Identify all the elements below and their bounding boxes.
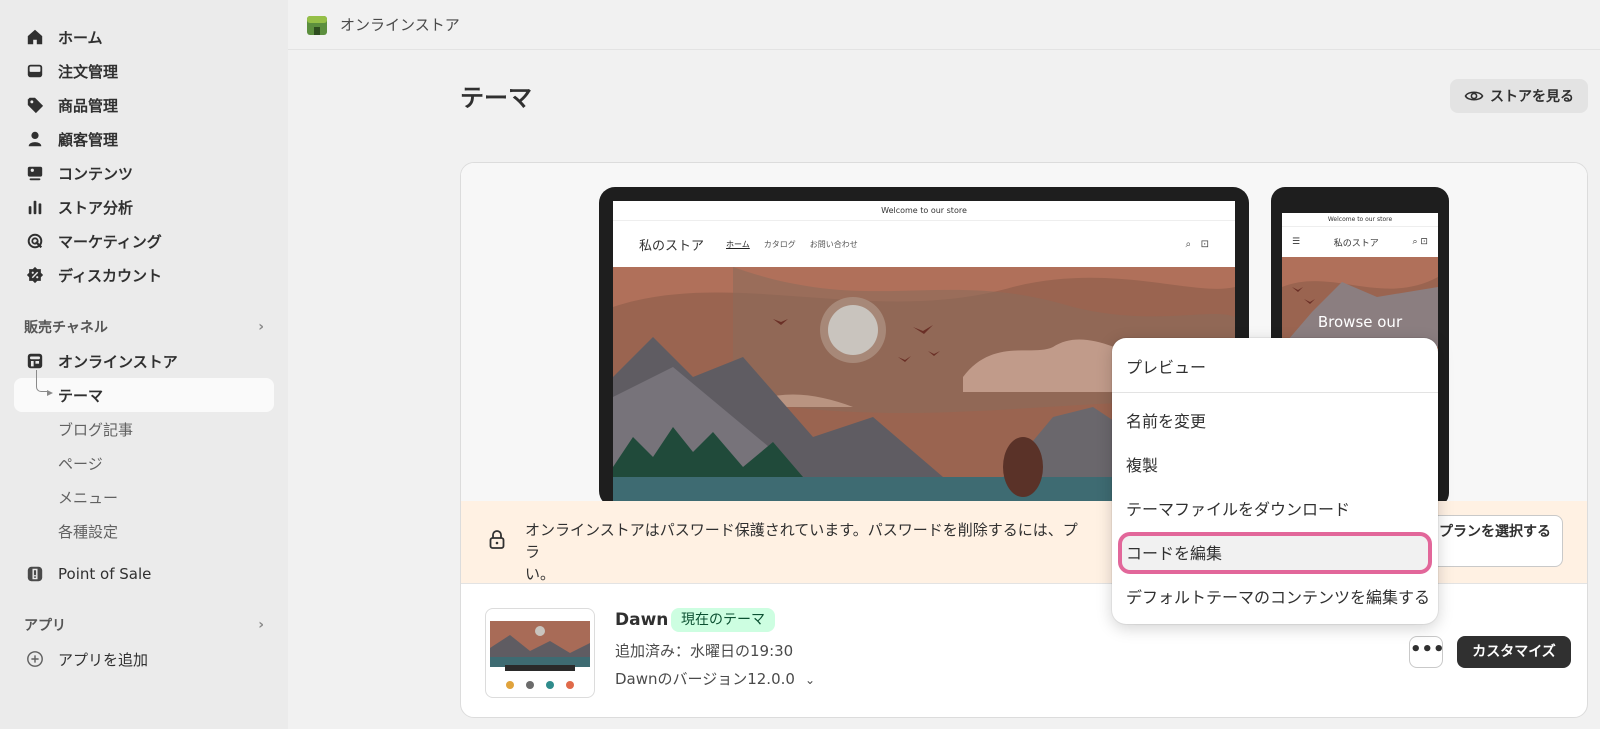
mobile-store-header: ☰ 私のストア ⌕ ⊡ bbox=[1282, 227, 1438, 257]
theme-version[interactable]: Dawnのバージョン12.0.0 ⌄ bbox=[615, 668, 815, 689]
customize-button[interactable]: カスタマイズ bbox=[1457, 636, 1571, 668]
tree-branch-icon bbox=[36, 370, 53, 396]
nav-label: ディスカウント bbox=[58, 266, 162, 285]
orders-icon bbox=[24, 60, 46, 82]
marketing-icon bbox=[24, 230, 46, 252]
nav-label: マーケティング bbox=[58, 232, 162, 251]
sub-item-label: テーマ bbox=[58, 386, 104, 405]
menu-item-rename[interactable]: 名前を変更 bbox=[1126, 408, 1206, 432]
theme-thumbnail[interactable] bbox=[485, 608, 595, 698]
nav-label: 顧客管理 bbox=[58, 130, 119, 149]
chevron-right-icon: › bbox=[258, 617, 264, 633]
nav-label: コンテンツ bbox=[58, 164, 134, 183]
sidebar-item-blog-posts[interactable]: ブログ記事 bbox=[14, 412, 274, 446]
nav-label: アプリを追加 bbox=[58, 650, 149, 669]
sidebar-item-themes[interactable]: テーマ bbox=[14, 370, 274, 412]
theme-added-time: 追加済み：水曜日の19:30 bbox=[615, 642, 794, 660]
lock-icon bbox=[489, 530, 505, 549]
menu-item-edit-default-content[interactable]: デフォルトテーマのコンテンツを編集する bbox=[1126, 584, 1430, 608]
sub-item-label: ブログ記事 bbox=[58, 420, 134, 439]
content-icon bbox=[24, 162, 46, 184]
nav-customers[interactable]: 顧客管理 bbox=[14, 122, 274, 156]
view-store-label: ストアを見る bbox=[1490, 89, 1574, 105]
menu-divider bbox=[1112, 392, 1438, 393]
nav-home[interactable]: ホーム bbox=[14, 20, 274, 54]
more-actions-button[interactable]: ••• bbox=[1409, 636, 1445, 668]
menu-item-duplicate[interactable]: 複製 bbox=[1126, 452, 1158, 476]
page-title: テーマ bbox=[460, 84, 532, 112]
nav-online-store[interactable]: オンラインストア bbox=[14, 344, 274, 378]
mobile-header-icons: ⌕ ⊡ bbox=[1412, 237, 1428, 247]
analytics-icon bbox=[24, 196, 46, 218]
nav-label: ストア分析 bbox=[58, 198, 134, 217]
store-icon bbox=[24, 350, 46, 372]
home-icon bbox=[24, 26, 46, 48]
plus-circle-icon bbox=[24, 648, 46, 670]
current-theme-badge: 現在のテーマ bbox=[671, 608, 775, 632]
nav-marketing[interactable]: マーケティング bbox=[14, 224, 274, 258]
sidebar: ホーム 注文管理 商品管理 顧客管理 コンテンツ ストア分析 マーケティング デ… bbox=[0, 0, 288, 729]
apps-header[interactable]: アプリ › bbox=[14, 608, 274, 642]
menu-item-download-theme-file[interactable]: テーマファイルをダウンロード bbox=[1126, 496, 1350, 520]
person-icon bbox=[24, 128, 46, 150]
eye-icon bbox=[1464, 91, 1484, 101]
store-nav-catalog: カタログ bbox=[763, 239, 796, 249]
nav-label: 商品管理 bbox=[58, 96, 119, 115]
nav-point-of-sale[interactable]: Point of Sale bbox=[14, 557, 274, 591]
sales-channels-label: 販売チャネル bbox=[24, 320, 108, 336]
chevron-down-icon: ⌄ bbox=[804, 673, 815, 687]
nav-products[interactable]: 商品管理 bbox=[14, 88, 274, 122]
store-header: 私のストア ホーム カタログ お問い合わせ ⌕ ⊡ bbox=[613, 221, 1235, 267]
nav-orders[interactable]: 注文管理 bbox=[14, 54, 274, 88]
chevron-right-icon: › bbox=[258, 319, 264, 335]
view-store-button[interactable]: ストアを見る bbox=[1450, 79, 1588, 113]
banner-message-text: オンラインストアはパスワード保護されています。パスワードを削除するには、プラ bbox=[525, 521, 1078, 561]
store-nav-contact: お問い合わせ bbox=[809, 239, 858, 249]
mobile-announcement-bar: Welcome to our store bbox=[1282, 213, 1438, 227]
store-logo: 私のストア bbox=[639, 238, 705, 254]
nav-label: 注文管理 bbox=[58, 62, 119, 81]
nav-label: オンラインストア bbox=[58, 352, 178, 371]
add-app-link[interactable]: アプリを追加 bbox=[14, 642, 274, 676]
store-nav-home: ホーム bbox=[726, 239, 750, 249]
topbar-title: オンラインストア bbox=[340, 16, 460, 34]
sub-item-label: メニュー bbox=[58, 488, 119, 507]
nav-label: Point of Sale bbox=[58, 565, 152, 583]
theme-actions-menu: プレビュー 名前を変更 複製 テーマファイルをダウンロード コードを編集 デフォ… bbox=[1112, 338, 1438, 624]
menu-item-edit-code[interactable]: コードを編集 bbox=[1126, 540, 1222, 564]
sub-item-label: ページ bbox=[58, 454, 103, 473]
tag-icon bbox=[24, 94, 46, 116]
menu-item-preview[interactable]: プレビュー bbox=[1126, 354, 1206, 378]
announcement-bar: Welcome to our store bbox=[613, 201, 1235, 221]
sidebar-item-preferences[interactable]: 各種設定 bbox=[14, 514, 274, 548]
pos-icon bbox=[24, 563, 46, 585]
select-plan-button[interactable]: プランを選択する bbox=[1427, 515, 1563, 567]
sidebar-item-pages[interactable]: ページ bbox=[14, 446, 274, 480]
online-store-app-icon bbox=[307, 15, 327, 35]
banner-message: オンラインストアはパスワード保護されています。パスワードを削除するには、プラ い… bbox=[525, 519, 1085, 585]
nav-discounts[interactable]: ディスカウント bbox=[14, 258, 274, 292]
theme-version-text: Dawnのバージョン12.0.0 bbox=[615, 670, 795, 688]
theme-name: Dawn bbox=[615, 610, 669, 630]
store-header-icons: ⌕ ⊡ bbox=[1185, 238, 1209, 250]
sales-channels-header[interactable]: 販売チャネル › bbox=[14, 310, 274, 344]
mobile-store-logo: 私のストア bbox=[1333, 238, 1379, 249]
nav-label: ホーム bbox=[58, 28, 103, 47]
nav-analytics[interactable]: ストア分析 bbox=[14, 190, 274, 224]
topbar: オンラインストア bbox=[288, 0, 1600, 50]
sub-item-label: 各種設定 bbox=[58, 522, 119, 541]
banner-message-tail: い。 bbox=[525, 565, 556, 583]
hamburger-icon: ☰ bbox=[1292, 237, 1301, 247]
sidebar-item-menus[interactable]: メニュー bbox=[14, 480, 274, 514]
mobile-hero-text: Browse our bbox=[1317, 313, 1403, 331]
discount-icon bbox=[24, 264, 46, 286]
apps-label: アプリ bbox=[24, 618, 66, 634]
nav-content[interactable]: コンテンツ bbox=[14, 156, 274, 190]
